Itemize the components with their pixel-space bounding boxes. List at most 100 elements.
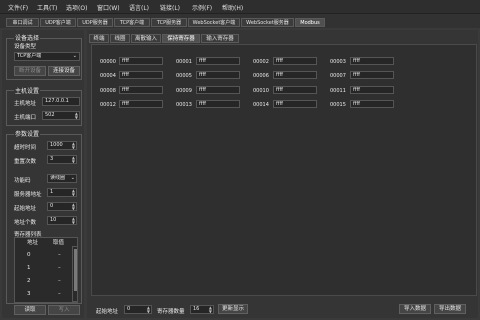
register-value-input[interactable]: ffff	[196, 71, 240, 79]
addr-count-label: 地址个数	[14, 220, 37, 226]
spin-arrows-icon[interactable]: ▲ ▼	[72, 203, 75, 210]
tab-udp-client[interactable]: UDP客户端	[40, 18, 76, 27]
register-value-input[interactable]: ffff	[273, 57, 317, 65]
tab-udp-server[interactable]: UDP服务器	[77, 18, 113, 27]
register-value-input[interactable]: ffff	[350, 100, 394, 108]
device-type-select[interactable]: TCP客户端 ⌄	[14, 52, 80, 61]
host-addr-input[interactable]: 127.0.0.1	[42, 97, 80, 106]
table-row-addr: 0	[27, 252, 31, 258]
table-row-value[interactable]: –	[58, 252, 61, 258]
start-addr-input[interactable]: 0 ▲ ▼	[47, 202, 77, 211]
register-address: 00007	[330, 73, 346, 79]
register-value-input[interactable]: ffff	[350, 57, 394, 65]
register-address: 00001	[176, 59, 192, 65]
disconnect-device-button[interactable]: 断开设备	[14, 66, 46, 76]
connect-device-button[interactable]: 连接设备	[48, 66, 80, 76]
export-data-button[interactable]: 导出数据	[434, 304, 466, 314]
retry-label: 重置次数	[14, 159, 37, 165]
register-address: 00008	[100, 88, 116, 94]
reg-count-input[interactable]: 16 ▲ ▼	[190, 305, 214, 314]
func-code-select[interactable]: 读线圈 ⌄	[47, 174, 77, 183]
update-display-button[interactable]: 更新显示	[218, 304, 248, 314]
menu-help[interactable]: 帮助(H)	[222, 3, 243, 12]
write-button[interactable]: 写入	[48, 305, 80, 315]
chevron-down-icon: ⌄	[72, 53, 77, 59]
register-address: 00005	[176, 73, 192, 79]
spin-arrows-icon[interactable]: ▲ ▼	[72, 189, 75, 196]
param-group-title: 参数设置	[14, 129, 41, 138]
server-addr-input[interactable]: 1 ▲ ▼	[47, 188, 77, 197]
reg-count-value: 16	[193, 306, 200, 312]
menu-options[interactable]: 选项(O)	[66, 3, 87, 12]
addr-count-input[interactable]: 10 ▲ ▼	[47, 216, 77, 225]
table-row-addr: 3	[27, 291, 31, 297]
register-value-input[interactable]: ffff	[119, 57, 163, 65]
host-port-input[interactable]: 502 ▲ ▼	[42, 111, 80, 120]
bottom-start-addr-input[interactable]: 0 ▲ ▼	[124, 305, 152, 314]
tab-discrete-inputs[interactable]: 离散输入	[131, 34, 161, 43]
register-value-input[interactable]: ffff	[273, 71, 317, 79]
menu-examples[interactable]: 示例(F)	[192, 3, 212, 12]
start-addr-value: 0	[50, 203, 54, 209]
register-address: 00014	[253, 102, 269, 108]
menu-link[interactable]: 链接(L)	[160, 3, 180, 12]
register-value-input[interactable]: ffff	[119, 100, 163, 108]
menu-language[interactable]: 语言(L)	[129, 3, 149, 12]
register-list-table	[14, 237, 78, 303]
register-value-input[interactable]: ffff	[119, 86, 163, 94]
table-row-addr: 1	[27, 265, 31, 271]
register-list-scrollbar[interactable]	[72, 246, 78, 302]
register-grid-area	[91, 44, 477, 296]
addr-count-value: 10	[50, 217, 57, 223]
register-address: 00006	[253, 73, 269, 79]
table-row-value[interactable]: –	[58, 265, 61, 271]
import-data-button[interactable]: 导入数据	[399, 304, 431, 314]
reg-count-label: 寄存器数量	[157, 309, 185, 315]
host-port-value: 502	[45, 112, 55, 118]
tab-tcp-server[interactable]: TCP服务器	[151, 18, 187, 27]
retry-value: 3	[50, 156, 54, 162]
tab-tcp-client[interactable]: TCP客户端	[114, 18, 150, 27]
tab-websocket-server[interactable]: WebSocket服务器	[241, 18, 294, 27]
register-value-input[interactable]: ffff	[119, 71, 163, 79]
scrollbar-thumb[interactable]	[74, 249, 77, 291]
tab-terminal[interactable]: 终端	[89, 34, 109, 43]
tab-coils[interactable]: 线圈	[110, 34, 130, 43]
tab-serial[interactable]: 串口调试	[6, 18, 39, 27]
timeout-value: 1000	[50, 142, 63, 148]
table-row-value[interactable]: –	[58, 278, 61, 284]
menu-file[interactable]: 文件(F)	[8, 3, 28, 12]
spin-arrows-icon[interactable]: ▲ ▼	[75, 112, 78, 119]
timeout-label: 超时时间	[14, 145, 37, 151]
register-value-input[interactable]: ffff	[196, 100, 240, 108]
timeout-input[interactable]: 1000 ▲ ▼	[47, 141, 77, 150]
table-row-value[interactable]: –	[58, 291, 61, 297]
register-value-input[interactable]: ffff	[350, 86, 394, 94]
register-value-input[interactable]: ffff	[350, 71, 394, 79]
menu-bar: 文件(F) 工具(T) 选项(O) 窗口(W) 语言(L) 链接(L) 示例(F…	[0, 0, 480, 14]
register-value-input[interactable]: ffff	[273, 86, 317, 94]
tab-modbus[interactable]: Modbus	[295, 18, 325, 27]
spin-arrows-icon[interactable]: ▲ ▼	[72, 142, 75, 149]
spin-arrows-icon[interactable]: ▲ ▼	[72, 217, 75, 224]
spin-arrows-icon[interactable]: ▲ ▼	[72, 156, 75, 163]
tab-input-registers[interactable]: 输入寄存器	[201, 34, 239, 43]
register-value-input[interactable]: ffff	[196, 86, 240, 94]
tab-websocket-client[interactable]: WebSocket客户端	[188, 18, 240, 27]
host-group-title: 主机设置	[14, 86, 41, 95]
menu-window[interactable]: 窗口(W)	[97, 3, 120, 12]
register-value-input[interactable]: ffff	[196, 57, 240, 65]
bottom-start-addr-value: 0	[127, 306, 131, 312]
register-value-input[interactable]: ffff	[273, 100, 317, 108]
read-button[interactable]: 读取	[14, 305, 46, 315]
register-address: 00015	[330, 102, 346, 108]
menu-tools[interactable]: 工具(T)	[37, 3, 57, 12]
retry-input[interactable]: 3 ▲ ▼	[47, 155, 77, 164]
start-addr-label: 起始地址	[14, 206, 37, 212]
tab-holding-registers[interactable]: 保持寄存器	[162, 34, 200, 43]
spin-arrows-icon[interactable]: ▲ ▼	[147, 306, 150, 313]
chevron-down-icon: ⌄	[70, 175, 75, 181]
register-address: 00013	[176, 102, 192, 108]
spin-arrows-icon[interactable]: ▲ ▼	[209, 306, 212, 313]
register-address: 00009	[176, 88, 192, 94]
